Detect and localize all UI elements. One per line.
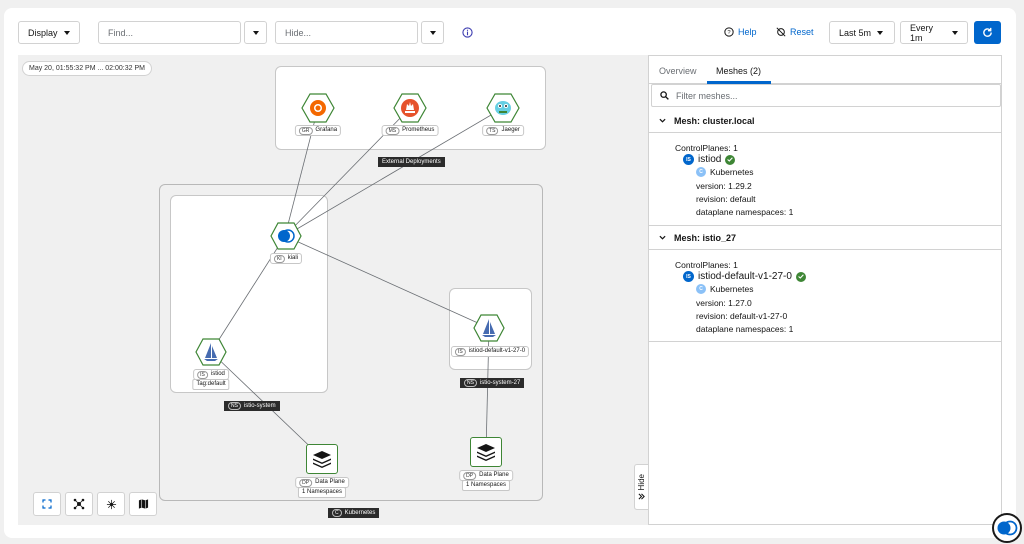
hide-label: Hide: [637, 473, 646, 491]
istiod-27-label: IS istiod-default-v1-27-0: [450, 346, 530, 357]
expand-icon: [42, 499, 52, 509]
cluster-name: Kubernetes: [710, 167, 754, 177]
control-plane-name[interactable]: istiod: [698, 154, 721, 165]
data-plane-node-1[interactable]: [306, 444, 338, 474]
data-plane-node-2[interactable]: [470, 437, 502, 467]
prometheus-node[interactable]: [393, 93, 427, 125]
node-badge: IS: [454, 347, 466, 356]
cluster-name: Kubernetes: [344, 510, 376, 516]
node-label: Data Plane: [315, 479, 345, 485]
control-planes-count: ControlPlanes: 1: [675, 260, 738, 270]
node-badge: DP: [299, 478, 313, 487]
control-plane-row: IS istiod: [683, 154, 736, 165]
control-plane-row: IS istiod-default-v1-27-0: [683, 271, 806, 282]
double-chevron-right-icon: [638, 493, 645, 500]
mesh-header-istio-27[interactable]: Mesh: istio_27: [649, 226, 1001, 250]
filter-meshes-input[interactable]: Filter meshes...: [651, 84, 1001, 107]
data-plane-1-namespaces: 1 Namespaces: [297, 487, 347, 498]
grafana-node[interactable]: [301, 93, 335, 125]
grafana-label: GR Grafana: [294, 125, 342, 136]
layers-icon: [313, 451, 331, 468]
layout-alt-button[interactable]: [97, 492, 125, 516]
chevron-down-icon: [659, 118, 666, 123]
namespace-label-istio-system: NS istio-system: [224, 401, 280, 411]
mesh-body-cluster-local: ControlPlanes: 1 IS istiod C Kubernetes …: [649, 133, 1001, 226]
istiod-tag: Tag:default: [192, 379, 230, 390]
check-circle-icon: [795, 271, 806, 282]
istiod-27-node[interactable]: [473, 314, 505, 344]
chevron-down-icon: [659, 235, 666, 240]
mesh-title: Mesh: cluster.local: [674, 115, 755, 126]
filter-placeholder: Filter meshes...: [676, 90, 738, 101]
mesh-side-panel: Overview Meshes (2) Filter meshes... Mes…: [648, 55, 1002, 525]
tab-meshes[interactable]: Meshes (2): [716, 66, 761, 76]
node-label: Prometheus: [402, 127, 435, 133]
revision-text: revision: default-v1-27-0: [696, 311, 788, 321]
node-badge: IS: [197, 370, 208, 379]
node-badge: TS: [486, 126, 499, 135]
node-label: istiod-default-v1-27-0: [468, 348, 526, 354]
topology-icon: [73, 498, 85, 510]
node-badge: KI: [273, 254, 285, 263]
cluster-label: C Kubernetes: [328, 508, 380, 518]
kiali-node[interactable]: [270, 222, 302, 252]
data-plane-2-namespaces: 1 Namespaces: [461, 480, 511, 491]
mesh-title: Mesh: istio_27: [674, 232, 737, 243]
cluster-layout-icon: [106, 499, 116, 509]
ns-label: istio-system-27: [479, 380, 521, 386]
node-badge: MS: [385, 126, 400, 135]
assistant-button[interactable]: [992, 513, 1022, 543]
cluster-row: C Kubernetes: [696, 167, 753, 177]
kiali-logo-icon: [997, 520, 1018, 536]
tab-overview[interactable]: Overview: [659, 66, 697, 76]
cluster-badge: C: [696, 284, 706, 294]
kiali-label: KI kiali: [269, 253, 303, 264]
node-badge: GR: [298, 126, 313, 135]
legend-button[interactable]: [129, 492, 157, 516]
cluster-badge: C: [332, 509, 342, 517]
search-icon: [660, 91, 669, 100]
ns-badge: NS: [228, 402, 241, 410]
jaeger-label: TS Jaeger: [482, 125, 524, 136]
cluster-row: C Kubernetes: [696, 284, 753, 294]
mesh-header-cluster-local[interactable]: Mesh: cluster.local: [649, 109, 1001, 133]
node-label: Data Plane: [479, 472, 509, 478]
jaeger-node[interactable]: [486, 93, 520, 125]
istiod-node[interactable]: [195, 338, 227, 368]
fit-to-screen-button[interactable]: [33, 492, 61, 516]
version-text: version: 1.27.0: [696, 298, 752, 308]
dataplane-namespaces-text: dataplane namespaces: 1: [696, 324, 794, 334]
node-label: Grafana: [315, 127, 338, 133]
dataplane-namespaces-text: dataplane namespaces: 1: [696, 207, 794, 217]
version-text: version: 1.29.2: [696, 181, 752, 191]
revision-text: revision: default: [696, 194, 756, 204]
node-label: istiod: [210, 371, 225, 377]
hide-panel-tab[interactable]: Hide: [634, 464, 648, 510]
istio-badge: IS: [683, 271, 694, 282]
check-circle-icon: [725, 154, 736, 165]
map-icon: [138, 499, 148, 509]
layout-default-button[interactable]: [65, 492, 93, 516]
control-planes-count: ControlPlanes: 1: [675, 143, 738, 153]
namespace-label-istio-system-27: NS istio-system-27: [460, 378, 525, 388]
panel-tabs: Overview Meshes (2): [649, 56, 1001, 84]
prometheus-label: MS Prometheus: [381, 125, 439, 136]
ns-badge: NS: [464, 379, 477, 387]
mesh-body-istio-27: ControlPlanes: 1 IS istiod-default-v1-27…: [649, 250, 1001, 342]
control-plane-name[interactable]: istiod-default-v1-27-0: [698, 271, 792, 282]
cluster-badge: C: [696, 167, 706, 177]
layers-icon: [477, 444, 495, 461]
istio-badge: IS: [683, 154, 694, 165]
node-label: Jaeger: [501, 127, 520, 133]
cluster-name: Kubernetes: [710, 284, 754, 294]
external-deployments-label: External Deployments: [378, 157, 445, 167]
node-label: kiali: [287, 255, 299, 261]
node-badge: DP: [463, 471, 477, 480]
ns-label: istio-system: [243, 403, 276, 409]
